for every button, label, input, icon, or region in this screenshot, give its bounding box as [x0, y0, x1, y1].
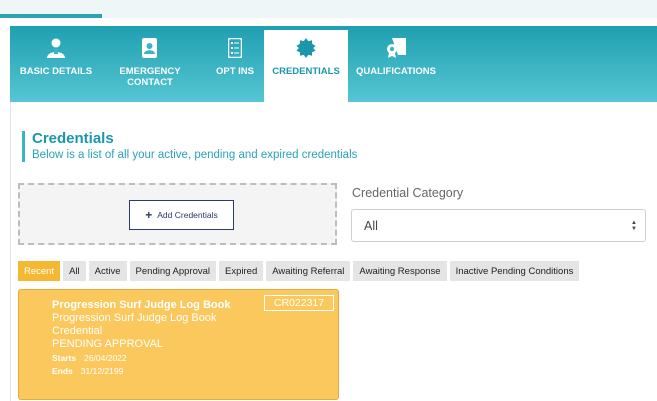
page-subtitle: Below is a list of all your active, pend… [32, 149, 358, 161]
page-title: Credentials [32, 130, 114, 147]
credential-start-row: Starts 26/04/2022 [52, 352, 230, 364]
credential-type: Credential [52, 325, 103, 337]
filter-active[interactable]: Active [88, 261, 127, 281]
add-credentials-label: Add Credentials [157, 210, 218, 220]
filter-all[interactable]: All [63, 261, 86, 281]
filter-inactive-pending-conditions[interactable]: Inactive Pending Conditions [449, 261, 580, 281]
top-accent-bar [0, 14, 102, 18]
ends-label: Ends [52, 366, 73, 376]
tab-emergency-contact[interactable]: EMERGENCY CONTACT [110, 26, 190, 102]
plus-icon: + [145, 208, 153, 222]
tab-label: EMERGENCY CONTACT [119, 66, 181, 88]
credential-end-row: Ends 31/12/2199 [52, 365, 230, 377]
filter-recent[interactable]: Recent [18, 261, 61, 281]
credential-filter-bar: Recent All Active Pending Approval Expir… [18, 261, 580, 281]
content-left-border [10, 102, 11, 401]
select-arrows-icon: ▲ ▼ [631, 219, 637, 232]
tab-qualifications[interactable]: QUALIFICATIONS [348, 26, 444, 102]
credential-category-label: Credential Category [352, 186, 464, 200]
section-header: Credentials Below is a list of all your … [22, 131, 357, 162]
filter-pending-approval[interactable]: Pending Approval [129, 261, 217, 281]
credential-card[interactable]: CR022317 Progression Surf Judge Log Book… [18, 289, 339, 400]
credential-code: CR022317 [264, 295, 334, 311]
tab-credentials[interactable]: CREDENTIALS [264, 30, 348, 102]
filter-expired[interactable]: Expired [219, 261, 264, 281]
tab-label: OPT INS [215, 66, 254, 77]
filter-awaiting-referral[interactable]: Awaiting Referral [266, 261, 351, 281]
starts-label: Starts [52, 353, 77, 363]
end-date: 31/12/2199 [80, 366, 124, 376]
credential-category-value: All [364, 218, 378, 233]
add-credentials-dropzone: + Add Credentials [18, 183, 337, 245]
top-strip [0, 0, 657, 18]
credential-category-select[interactable]: All ▲ ▼ [351, 209, 646, 242]
profile-tabbar: BASIC DETAILS EMERGENCY CONTACT OPT INS … [10, 26, 657, 102]
tab-label: CREDENTIALS [272, 66, 340, 77]
contact-card-icon [140, 38, 160, 58]
credential-status: PENDING APPROVAL [52, 338, 164, 350]
tab-label: QUALIFICATIONS [355, 66, 437, 77]
tab-basic-details[interactable]: BASIC DETAILS [10, 26, 102, 102]
badge-icon [296, 38, 316, 58]
certificate-icon [386, 38, 406, 58]
filter-awaiting-response[interactable]: Awaiting Response [353, 261, 447, 281]
credential-title: Progression Surf Judge Log Book [52, 299, 231, 311]
person-icon [46, 38, 66, 58]
add-credentials-button[interactable]: + Add Credentials [129, 200, 234, 230]
start-date: 26/04/2022 [84, 353, 127, 363]
tab-opt-ins[interactable]: OPT INS [206, 26, 264, 102]
tab-label: BASIC DETAILS [19, 66, 93, 77]
credential-name: Progression Surf Judge Log Book [52, 312, 217, 324]
checklist-icon [225, 38, 245, 58]
